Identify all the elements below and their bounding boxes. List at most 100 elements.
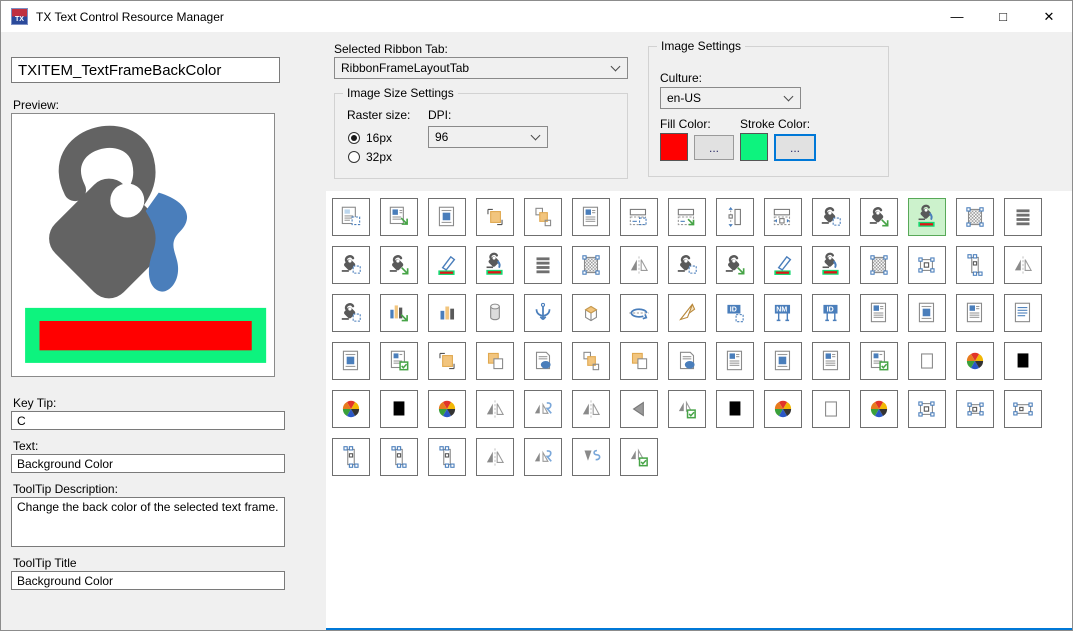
stroke-color-label: Stroke Color: <box>740 117 810 131</box>
icon-cell-flip[interactable] <box>476 438 514 476</box>
tooltip-title-field[interactable] <box>11 571 285 590</box>
icon-cell-mesh[interactable] <box>572 246 610 284</box>
icon-cell-bucket-bar[interactable] <box>812 246 850 284</box>
icon-cell-chart-green[interactable] <box>380 294 418 332</box>
icon-cell-pen-bar[interactable] <box>764 246 802 284</box>
icon-cell-flip[interactable] <box>572 390 610 428</box>
raster-16px-radio[interactable]: 16px <box>348 131 392 145</box>
icon-cell-orange-stack[interactable] <box>524 198 562 236</box>
text-field[interactable] <box>11 454 285 473</box>
icon-cell-bucket-green[interactable] <box>380 246 418 284</box>
icon-cell-color-wheel[interactable] <box>860 390 898 428</box>
icon-cell-doc-frame-blue[interactable] <box>332 198 370 236</box>
cylinder-icon <box>482 300 508 326</box>
icon-cell-doc-center[interactable] <box>332 342 370 380</box>
icon-cell-box-handles[interactable] <box>908 246 946 284</box>
icon-cell-doc-lines[interactable] <box>716 342 754 380</box>
icon-cell-doc-frame-green[interactable] <box>380 198 418 236</box>
icon-cell-doc-lines-center[interactable] <box>1004 294 1042 332</box>
icon-cell-frame-tall[interactable] <box>332 438 370 476</box>
icon-cell-orange-overlap[interactable] <box>476 342 514 380</box>
icon-cell-flip[interactable] <box>620 246 658 284</box>
icon-cell-flip-check[interactable] <box>620 438 658 476</box>
icon-cell-id-blue[interactable]: ID <box>716 294 754 332</box>
icon-cell-justify[interactable] <box>1004 198 1042 236</box>
icon-cell-color-wheel[interactable] <box>764 390 802 428</box>
icon-cell-doc-center[interactable] <box>428 198 466 236</box>
icon-cell-tri-left[interactable] <box>620 390 658 428</box>
icon-cell-flip-r[interactable] <box>524 438 562 476</box>
key-tip-field[interactable] <box>11 411 285 430</box>
icon-cell-mesh[interactable] <box>956 198 994 236</box>
icon-cell-box-handles-mid[interactable] <box>956 390 994 428</box>
icon-cell-box-handles-wide[interactable] <box>1004 390 1042 428</box>
icon-cell-frame-tall[interactable] <box>956 246 994 284</box>
icon-cell-bucket-blue[interactable] <box>332 246 370 284</box>
icon-cell-nm-stand[interactable]: NM <box>764 294 802 332</box>
icon-cell-cone[interactable] <box>668 294 706 332</box>
icon-cell-doc-lines[interactable] <box>812 342 850 380</box>
icon-cell-color-wheel[interactable] <box>428 390 466 428</box>
icon-cell-bucket-green[interactable] <box>860 198 898 236</box>
icon-cell-bar-frame-blue[interactable] <box>620 198 658 236</box>
item-id-field[interactable] <box>11 57 280 83</box>
icon-cell-empty-square[interactable] <box>812 390 850 428</box>
icon-cell-flip-check[interactable] <box>668 390 706 428</box>
icon-cell-tri-s[interactable] <box>572 438 610 476</box>
icon-cell-box-handles[interactable] <box>908 390 946 428</box>
icon-cell-black-square[interactable] <box>1004 342 1042 380</box>
icon-cell-bucket-blue[interactable] <box>668 246 706 284</box>
icon-cell-bucket-green[interactable] <box>716 246 754 284</box>
icon-cell-bucket-bar[interactable] <box>476 246 514 284</box>
icon-cell-orange-rotate[interactable] <box>476 198 514 236</box>
icon-cell-v-spacing[interactable] <box>716 198 754 236</box>
tooltip-description-field[interactable]: Change the back color of the selected te… <box>11 497 285 547</box>
icon-cell-doc-lines[interactable] <box>572 198 610 236</box>
icon-cell-doc-check[interactable] <box>380 342 418 380</box>
fill-color-browse-button[interactable]: ... <box>694 135 734 160</box>
icon-cell-bucket-bar[interactable] <box>908 198 946 236</box>
icon-cell-cube[interactable] <box>572 294 610 332</box>
icon-cell-cylinder[interactable] <box>476 294 514 332</box>
icon-cell-bar-frame-handles[interactable] <box>764 198 802 236</box>
icon-cell-flip[interactable] <box>476 390 514 428</box>
icon-cell-doc-center[interactable] <box>764 342 802 380</box>
icon-cell-chart[interactable] <box>428 294 466 332</box>
minimize-button[interactable]: — <box>934 1 980 32</box>
icon-cell-doc-ellipse[interactable] <box>668 342 706 380</box>
icon-cell-id-stand[interactable]: ID <box>812 294 850 332</box>
icon-cell-rotate[interactable] <box>620 294 658 332</box>
icon-cell-bar-frame-green[interactable] <box>668 198 706 236</box>
raster-32px-radio[interactable]: 32px <box>348 150 392 164</box>
icon-cell-doc-lines[interactable] <box>956 294 994 332</box>
dpi-select[interactable]: 96 <box>428 126 548 148</box>
icon-cell-bucket-blue[interactable] <box>332 294 370 332</box>
icon-cell-color-wheel[interactable] <box>956 342 994 380</box>
stroke-color-browse-button[interactable]: ... <box>774 134 816 161</box>
icon-cell-frame-tall[interactable] <box>428 438 466 476</box>
icon-cell-bucket-blue[interactable] <box>812 198 850 236</box>
close-button[interactable]: ✕ <box>1026 1 1072 32</box>
icon-cell-anchor[interactable] <box>524 294 562 332</box>
culture-select[interactable]: en-US <box>660 87 801 109</box>
icon-cell-doc-center[interactable] <box>908 294 946 332</box>
icon-cell-flip[interactable] <box>1004 246 1042 284</box>
flip-icon <box>626 252 652 278</box>
icon-cell-doc-ellipse[interactable] <box>524 342 562 380</box>
icon-cell-orange-rotate[interactable] <box>428 342 466 380</box>
icon-cell-mesh[interactable] <box>860 246 898 284</box>
icon-cell-orange-stack[interactable] <box>572 342 610 380</box>
icon-cell-orange-overlap[interactable] <box>620 342 658 380</box>
maximize-button[interactable]: □ <box>980 1 1026 32</box>
icon-cell-doc-check[interactable] <box>860 342 898 380</box>
icon-cell-frame-tall[interactable] <box>380 438 418 476</box>
icon-cell-flip-r[interactable] <box>524 390 562 428</box>
icon-cell-black-square[interactable] <box>716 390 754 428</box>
icon-cell-color-wheel[interactable] <box>332 390 370 428</box>
ribbon-tab-select[interactable]: RibbonFrameLayoutTab <box>334 57 628 79</box>
icon-cell-black-square[interactable] <box>380 390 418 428</box>
icon-cell-doc-lines[interactable] <box>860 294 898 332</box>
icon-cell-empty-square[interactable] <box>908 342 946 380</box>
icon-cell-justify[interactable] <box>524 246 562 284</box>
icon-cell-pen-bar[interactable] <box>428 246 466 284</box>
